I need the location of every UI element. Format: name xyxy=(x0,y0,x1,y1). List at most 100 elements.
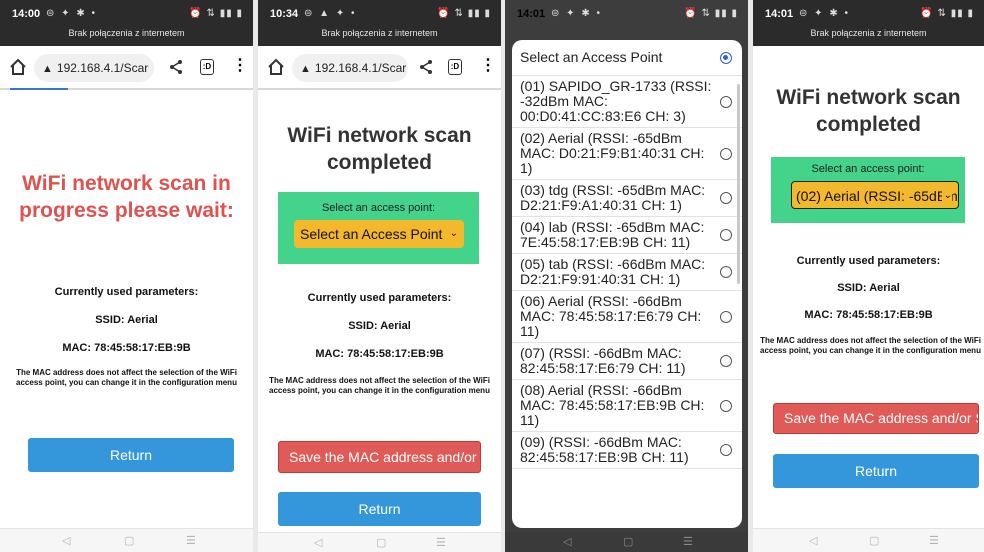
offline-banner: Brak połączenia z internetem xyxy=(810,28,927,38)
radio-selected-icon[interactable] xyxy=(720,52,732,64)
select-value: (02) Aerial (RSSI: -65dBm xyxy=(796,188,958,204)
scrollbar[interactable] xyxy=(737,84,740,284)
recents-nav-icon[interactable]: ☰ xyxy=(436,536,446,549)
android-nav-bar: ◁ ▢ ☰ xyxy=(505,532,748,552)
mac-value: MAC: 78:45:58:17:EB:9B xyxy=(315,348,444,360)
loading-progress xyxy=(10,88,68,90)
access-point-option[interactable]: (07) (RSSI: -66dBm MAC: 82:45:58:17:E6:7… xyxy=(512,343,742,380)
url-text: 192.168.4.1/Scar xyxy=(314,61,407,75)
access-point-option[interactable]: (02) Aerial (RSSI: -65dBm MAC: D0:21:F9:… xyxy=(512,128,742,180)
recents-nav-icon[interactable]: ☰ xyxy=(186,534,196,547)
mac-note: The MAC address does not affect the sele… xyxy=(16,368,237,387)
access-point-dialog: Select an Access Point (01) SAPIDO_GR-17… xyxy=(512,40,742,528)
home-nav-icon[interactable]: ▢ xyxy=(124,534,134,547)
url-text: 192.168.4.1/Scar xyxy=(56,61,149,75)
status-bar: 14:01 ⊜ ✦ ✱ • ⏰ ⇅ ▮▮ ▮ Brak połączenia z… xyxy=(753,0,984,46)
mac-value: MAC: 78:45:58:17:EB:9B xyxy=(62,342,191,354)
offline-banner: Brak połączenia z internetem xyxy=(68,28,185,38)
radio-icon[interactable] xyxy=(720,229,732,241)
option-label: (06) Aerial (RSSI: -66dBm MAC: 78:45:58:… xyxy=(520,293,702,339)
access-point-selector: Select an access point: Select an Access… xyxy=(278,192,479,264)
tabs-icon[interactable]: :D xyxy=(200,59,214,75)
menu-icon[interactable]: ⋮ xyxy=(232,58,248,74)
back-nav-icon[interactable]: ◁ xyxy=(563,535,571,548)
home-icon[interactable] xyxy=(266,57,286,77)
chevron-down-icon: ⌄ xyxy=(941,182,952,208)
status-bar: 14:00 ⊜ ✦ ✱ • ⏰ ⇅ ▮▮ ▮ Brak połączenia z… xyxy=(0,0,253,46)
radio-icon[interactable] xyxy=(720,192,732,204)
option-label: (08) Aerial (RSSI: -66dBm MAC: 78:45:58:… xyxy=(520,382,705,428)
phone-screen-ap-selected: 14:01 ⊜ ✦ ✱ • ⏰ ⇅ ▮▮ ▮ Brak połączenia z… xyxy=(753,0,984,552)
params-title: Currently used parameters: xyxy=(796,255,941,267)
option-label: (05) tab (RSSI: -66dBm MAC: D2:21:F9:91:… xyxy=(520,256,706,287)
address-bar[interactable]: ▲ 192.168.4.1/Scar xyxy=(34,54,154,82)
radio-icon[interactable] xyxy=(720,95,732,108)
return-button[interactable]: Return xyxy=(773,454,979,488)
menu-icon[interactable]: ⋮ xyxy=(480,58,496,74)
recents-nav-icon[interactable]: ☰ xyxy=(929,534,939,547)
access-point-select[interactable]: (02) Aerial (RSSI: -65dBm ⌄ xyxy=(791,181,959,209)
select-label: Select an access point: xyxy=(811,163,925,175)
warning-icon: ▲ xyxy=(42,63,53,75)
browser-toolbar: ▲ 192.168.4.1/Scar :D ⋮ xyxy=(0,46,253,90)
radio-icon[interactable] xyxy=(720,147,732,160)
home-nav-icon[interactable]: ▢ xyxy=(376,536,386,549)
android-nav-bar: ◁ ▢ ☰ xyxy=(258,532,501,552)
back-nav-icon[interactable]: ◁ xyxy=(62,534,70,547)
notification-icons: ⊜ ▲ ✦ • xyxy=(304,8,357,19)
android-nav-bar: ◁ ▢ ☰ xyxy=(0,528,253,552)
share-icon[interactable] xyxy=(418,59,434,75)
notification-icons: ⊜ ✦ ✱ • xyxy=(799,8,850,19)
status-time: 14:01 xyxy=(765,8,794,20)
access-point-list: (01) SAPIDO_GR-1733 (RSSI: -32dBm MAC: 0… xyxy=(512,76,742,469)
access-point-option[interactable]: (04) lab (RSSI: -65dBm MAC: 7E:45:58:17:… xyxy=(512,217,742,254)
home-icon[interactable] xyxy=(8,57,28,77)
access-point-select[interactable]: Select an Access Point ⌄ xyxy=(294,220,464,248)
access-point-option[interactable]: (06) Aerial (RSSI: -66dBm MAC: 78:45:58:… xyxy=(512,291,742,343)
share-icon[interactable] xyxy=(168,59,184,75)
system-status-icons: ⏰ ⇅ ▮▮ ▮ xyxy=(189,8,243,19)
option-label: (07) (RSSI: -66dBm MAC: 82:45:58:17:E6:7… xyxy=(520,345,686,376)
access-point-option[interactable]: (05) tab (RSSI: -66dBm MAC: D2:21:F9:91:… xyxy=(512,254,742,291)
select-label: Select an access point: xyxy=(321,202,436,214)
address-bar[interactable]: ▲ 192.168.4.1/Scar xyxy=(292,54,408,82)
system-status-icons: ⏰ ⇅ ▮▮ ▮ xyxy=(437,8,491,19)
params-title: Currently used parameters: xyxy=(307,292,452,304)
radio-icon[interactable] xyxy=(720,399,732,412)
phone-screen-access-point-picker: 14:01 ⊜ ✦ ✱ • ⏰ ⇅ ▮▮ ▮ Select an Access … xyxy=(505,0,748,552)
notification-icons: ⊜ ✦ ✱ • xyxy=(551,8,602,19)
chevron-down-icon: ⌄ xyxy=(449,228,458,239)
return-button[interactable]: Return xyxy=(278,492,481,526)
save-mac-button[interactable]: Save the MAC address and/or S xyxy=(278,441,481,473)
dialog-title: Select an Access Point xyxy=(520,49,663,65)
home-nav-icon[interactable]: ▢ xyxy=(869,534,879,547)
access-point-option[interactable]: (09) (RSSI: -66dBm MAC: 82:45:58:17:EB:9… xyxy=(512,432,742,469)
access-point-option[interactable]: (08) Aerial (RSSI: -66dBm MAC: 78:45:58:… xyxy=(512,380,742,432)
back-nav-icon[interactable]: ◁ xyxy=(314,536,322,549)
back-nav-icon[interactable]: ◁ xyxy=(809,534,817,547)
phone-screen-scan-completed: 10:34 ⊜ ▲ ✦ • ⏰ ⇅ ▮▮ ▮ Brak połączenia z… xyxy=(258,0,501,552)
home-nav-icon[interactable]: ▢ xyxy=(623,535,633,548)
offline-banner: Brak połączenia z internetem xyxy=(321,28,438,38)
mac-note: The MAC address does not affect the sele… xyxy=(760,336,981,355)
system-status-icons: ⏰ ⇅ ▮▮ ▮ xyxy=(920,8,974,19)
option-label: (09) (RSSI: -66dBm MAC: 82:45:58:17:EB:9… xyxy=(520,434,689,465)
recents-nav-icon[interactable]: ☰ xyxy=(683,535,693,548)
option-label: (04) lab (RSSI: -65dBm MAC: 7E:45:58:17:… xyxy=(520,219,705,250)
tabs-icon[interactable]: :D xyxy=(448,59,462,75)
access-point-option[interactable]: (01) SAPIDO_GR-1733 (RSSI: -32dBm MAC: 0… xyxy=(512,76,742,128)
return-button[interactable]: Return xyxy=(28,438,234,472)
system-status-icons: ⏰ ⇅ ▮▮ ▮ xyxy=(684,8,738,19)
radio-icon[interactable] xyxy=(720,266,732,278)
access-point-option[interactable]: (03) tdg (RSSI: -65dBm MAC: D2:21:F9:A1:… xyxy=(512,180,742,217)
radio-icon[interactable] xyxy=(720,444,732,456)
radio-icon[interactable] xyxy=(720,310,732,323)
ssid-value: SSID: Aerial xyxy=(837,282,900,294)
access-point-selector: Select an access point: (02) Aerial (RSS… xyxy=(771,157,965,223)
radio-icon[interactable] xyxy=(720,355,732,367)
dialog-header[interactable]: Select an Access Point xyxy=(512,40,742,76)
option-label: (01) SAPIDO_GR-1733 (RSSI: -32dBm MAC: 0… xyxy=(520,78,712,124)
scan-completed-heading: WiFi network scan completed xyxy=(287,124,472,174)
save-mac-button[interactable]: Save the MAC address and/or S xyxy=(773,403,979,434)
mac-value: MAC: 78:45:58:17:EB:9B xyxy=(804,309,933,321)
